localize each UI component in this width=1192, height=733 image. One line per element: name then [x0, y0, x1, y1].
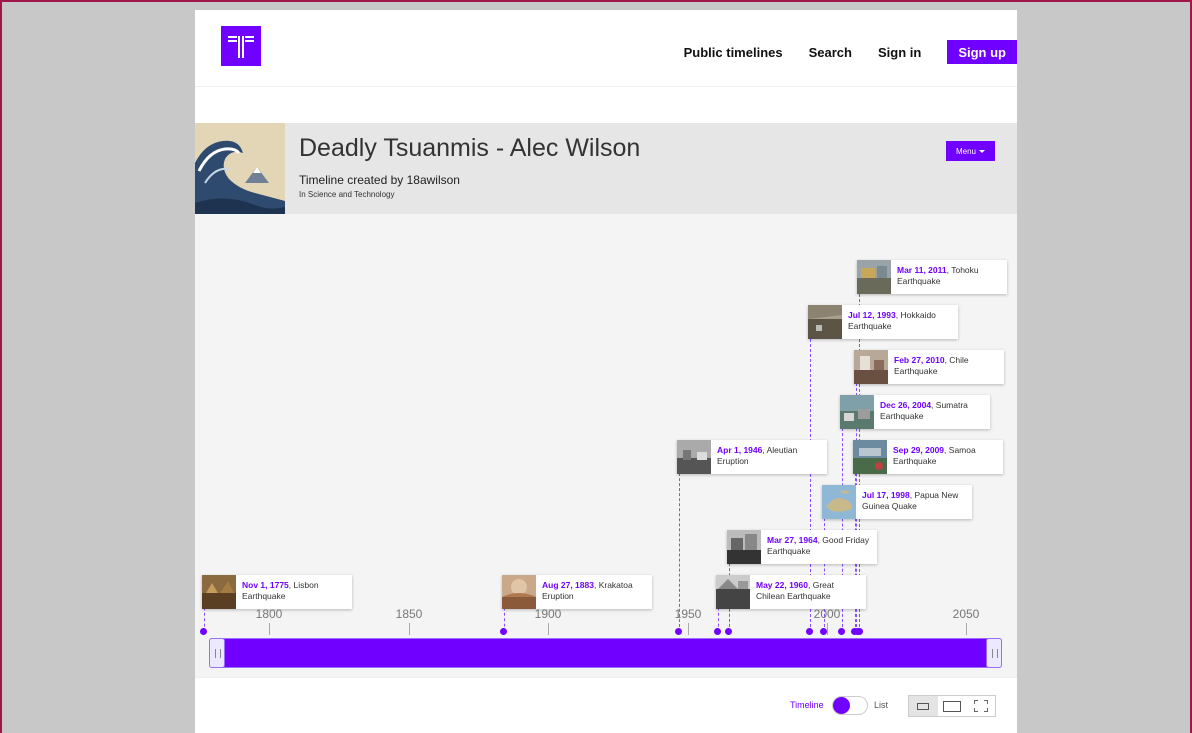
painting-thumb	[202, 575, 236, 609]
event-card[interactable]: Dec 26, 2004, Sumatra Earthquake	[840, 395, 990, 429]
event-date: Nov 1, 1775	[242, 580, 289, 590]
event-card[interactable]: Apr 1, 1946, Aleutian Eruption	[677, 440, 827, 474]
range-slider[interactable]	[209, 638, 1002, 668]
event-card[interactable]: May 22, 1960, Great Chilean Earthquake	[716, 575, 866, 609]
axis-label: 1950	[674, 607, 702, 621]
event-date: Sep 29, 2009	[893, 445, 945, 455]
list-view-label[interactable]: List	[874, 700, 888, 710]
header-divider	[195, 86, 1017, 87]
menu-button[interactable]: Menu	[946, 141, 995, 161]
axis-tick	[409, 623, 410, 635]
timeline-canvas[interactable]: Nov 1, 1775, Lisbon Earthquake Aug 27, 1…	[195, 214, 1017, 677]
event-dot[interactable]	[806, 628, 813, 635]
compact-view-button[interactable]	[909, 696, 938, 716]
main-nav: Public timelines Search Sign in Sign up	[684, 40, 1017, 64]
axis-tick	[548, 623, 549, 635]
photo-thumb	[727, 530, 761, 564]
timeline-view-label[interactable]: Timeline	[790, 700, 824, 710]
event-date: Jul 17, 1998	[862, 490, 910, 500]
event-dot[interactable]	[838, 628, 845, 635]
photo-thumb	[840, 395, 874, 429]
axis-label: 1900	[534, 607, 562, 621]
fullscreen-icon	[973, 700, 988, 712]
photo-thumb	[853, 440, 887, 474]
event-date: Dec 26, 2004	[880, 400, 932, 410]
timeline-title: Deadly Tsuanmis - Alec Wilson	[299, 134, 641, 162]
event-date: Mar 27, 1964	[767, 535, 818, 545]
event-dot[interactable]	[200, 628, 207, 635]
page: Public timelines Search Sign in Sign up …	[195, 10, 1017, 733]
event-dot[interactable]	[820, 628, 827, 635]
logo[interactable]	[221, 26, 261, 66]
small-rect-icon	[917, 702, 930, 710]
event-card[interactable]: Nov 1, 1775, Lisbon Earthquake	[202, 575, 352, 609]
axis-tick	[688, 623, 689, 635]
painting-thumb	[502, 575, 536, 609]
event-card[interactable]: Jul 12, 1993, Hokkaido Earthquake	[808, 305, 958, 339]
event-dot[interactable]	[856, 628, 863, 635]
photo-thumb	[857, 260, 891, 294]
nav-public-timelines[interactable]: Public timelines	[684, 45, 783, 60]
axis-tick	[827, 623, 828, 635]
timeline-creator: Timeline created by 18awilson	[299, 173, 460, 187]
toggle-knob	[833, 697, 850, 714]
event-date: Apr 1, 1946	[717, 445, 763, 455]
event-card[interactable]: Sep 29, 2009, Samoa Earthquake	[853, 440, 1003, 474]
event-card[interactable]: Mar 27, 1964, Good Friday Earthquake	[727, 530, 877, 564]
logo-icon	[228, 36, 254, 58]
range-handle-right[interactable]	[986, 638, 1002, 668]
cover-image	[195, 123, 285, 214]
event-date: Feb 27, 2010	[894, 355, 945, 365]
event-date: Aug 27, 1883	[542, 580, 594, 590]
large-rect-icon	[943, 700, 961, 712]
photo-thumb	[677, 440, 711, 474]
event-card[interactable]: Feb 27, 2010, Chile Earthquake	[854, 350, 1004, 384]
axis-label: 1800	[255, 607, 283, 621]
nav-sign-in[interactable]: Sign in	[878, 45, 921, 60]
event-dot[interactable]	[714, 628, 721, 635]
event-dot[interactable]	[725, 628, 732, 635]
event-date: Jul 12, 1993	[848, 310, 896, 320]
header: Public timelines Search Sign in Sign up	[195, 10, 1017, 87]
chevron-down-icon	[979, 149, 985, 153]
axis-label: 2000	[813, 607, 841, 621]
sign-up-button[interactable]: Sign up	[947, 40, 1017, 64]
event-date: May 22, 1960	[756, 580, 808, 590]
photo-thumb	[716, 575, 750, 609]
event-dot[interactable]	[675, 628, 682, 635]
range-handle-left[interactable]	[209, 638, 225, 668]
event-card[interactable]: Mar 11, 2011, Tohoku Earthquake	[857, 260, 1007, 294]
view-controls: Timeline List	[195, 677, 1017, 733]
axis-label: 1850	[395, 607, 423, 621]
timeline-category: In Science and Technology	[299, 190, 395, 199]
axis-label: 2050	[952, 607, 980, 621]
fullscreen-button[interactable]	[966, 696, 995, 716]
axis-tick	[269, 623, 270, 635]
photo-thumb	[854, 350, 888, 384]
map-thumb	[822, 485, 856, 519]
menu-button-label: Menu	[955, 146, 976, 156]
axis-tick	[966, 623, 967, 635]
wide-view-button[interactable]	[938, 696, 967, 716]
nav-search[interactable]: Search	[809, 45, 852, 60]
photo-thumb	[808, 305, 842, 339]
event-date: Mar 11, 2011	[897, 265, 947, 275]
display-size-buttons	[908, 695, 996, 717]
view-toggle[interactable]	[832, 696, 868, 715]
event-card[interactable]: Jul 17, 1998, Papua New Guinea Quake	[822, 485, 972, 519]
timeline-header: Deadly Tsuanmis - Alec Wilson Timeline c…	[195, 123, 1017, 214]
event-dot[interactable]	[500, 628, 507, 635]
event-card[interactable]: Aug 27, 1883, Krakatoa Eruption	[502, 575, 652, 609]
